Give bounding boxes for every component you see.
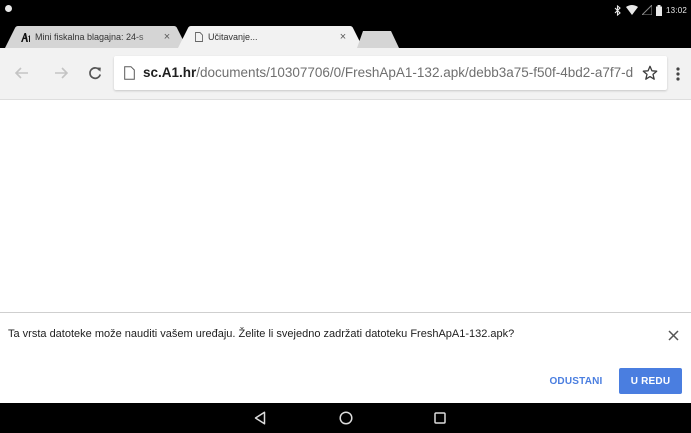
navigation-bar <box>0 403 691 433</box>
infobar-close-button[interactable] <box>664 326 682 344</box>
a1-logo-icon <box>21 32 31 42</box>
warning-message: Ta vrsta datoteke može nauditi vašem ure… <box>8 328 515 340</box>
nav-back-icon <box>254 411 266 425</box>
nav-recents-icon <box>434 412 446 424</box>
reload-button[interactable] <box>83 61 107 85</box>
address-bar[interactable]: sc.A1.hr/documents/10307706/0/FreshApA1-… <box>114 56 667 90</box>
back-button[interactable] <box>10 61 34 85</box>
wifi-icon <box>625 5 638 15</box>
cancel-button[interactable]: ODUSTANI <box>541 369 611 393</box>
tab-title: Učitavanje... <box>208 32 258 42</box>
status-time: 13:02 <box>665 5 687 15</box>
cell-signal-icon <box>641 5 652 15</box>
forward-button[interactable] <box>49 61 73 85</box>
nav-home-button[interactable] <box>334 408 358 428</box>
reload-icon <box>89 67 102 80</box>
page-icon <box>122 65 136 81</box>
browser-toolbar: sc.A1.hr/documents/10307706/0/FreshApA1-… <box>0 48 691 100</box>
tab-close-button[interactable]: × <box>161 31 173 43</box>
page-content <box>0 100 691 312</box>
tab-strip: Mini fiskalna blagajna: 24-s × Učitavanj… <box>0 24 691 48</box>
page-icon <box>194 32 204 42</box>
close-icon <box>667 329 679 341</box>
battery-icon <box>655 4 662 16</box>
tab-mini-fiskalna[interactable]: Mini fiskalna blagajna: 24-s × <box>5 26 187 48</box>
menu-button[interactable] <box>669 62 687 86</box>
status-icons: 13:02 <box>614 3 687 17</box>
url-host: sc.A1.hr <box>143 65 197 80</box>
back-arrow-icon <box>15 67 28 79</box>
nav-back-button[interactable] <box>248 408 272 428</box>
url-text[interactable]: sc.A1.hr/documents/10307706/0/FreshApA1-… <box>143 64 633 82</box>
tab-title: Mini fiskalna blagajna: 24-s <box>35 32 144 42</box>
notification-dot-icon <box>5 5 12 12</box>
ok-button[interactable]: U REDU <box>619 368 682 394</box>
nav-home-icon <box>339 411 353 425</box>
more-vert-icon <box>676 67 680 81</box>
url-path: /documents/10307706/0/FreshApA1-132.apk/… <box>196 65 633 80</box>
bookmark-button[interactable] <box>641 64 659 82</box>
nav-recents-button[interactable] <box>428 408 452 428</box>
bluetooth-icon <box>614 4 621 16</box>
forward-arrow-icon <box>55 67 68 79</box>
tab-loading[interactable]: Učitavanje... × <box>178 26 363 48</box>
tab-close-button[interactable]: × <box>337 31 349 43</box>
download-warning-infobar: Ta vrsta datoteke može nauditi vašem ure… <box>0 312 691 403</box>
status-bar: 13:02 <box>0 0 691 24</box>
star-icon <box>642 65 658 80</box>
new-tab-button[interactable] <box>357 31 399 48</box>
